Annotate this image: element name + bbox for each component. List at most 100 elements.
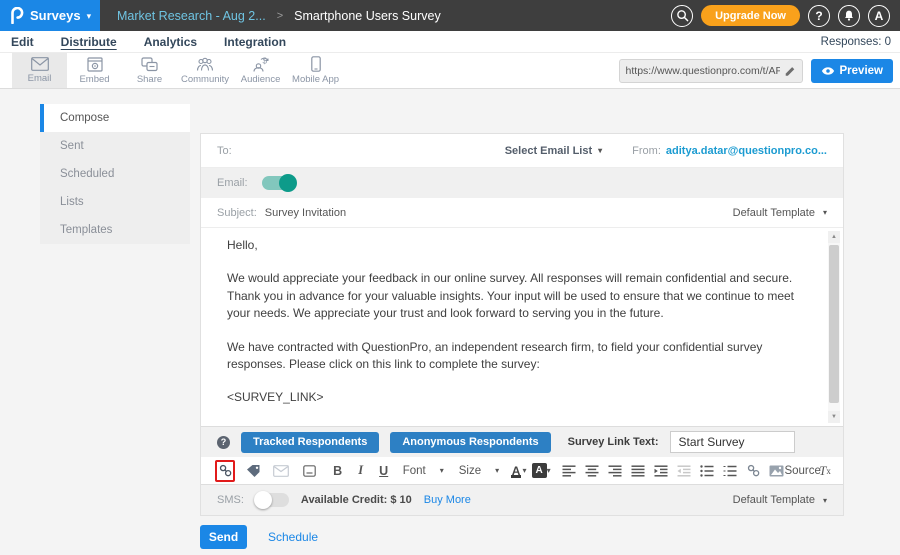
tab-edit[interactable]: Edit [11, 35, 34, 49]
sidebar-item-templates[interactable]: Templates [40, 216, 190, 244]
scroll-up-arrow[interactable]: ▲ [828, 231, 840, 243]
pencil-edit-icon[interactable] [784, 65, 796, 77]
sms-row: SMS: Available Credit: $ 10 Buy More Def… [201, 485, 843, 515]
channel-community-label: Community [181, 74, 229, 85]
channel-audience[interactable]: $ Audience [233, 53, 288, 88]
subject-label: Subject: [217, 207, 257, 219]
channel-email[interactable]: Email [12, 53, 67, 88]
italic-button[interactable]: I [351, 460, 371, 482]
channel-community[interactable]: Community [177, 53, 233, 88]
breadcrumb-folder[interactable]: Market Research - Aug 2... [117, 9, 266, 23]
underline-button[interactable]: U [374, 460, 394, 482]
email-sidebar: Compose Sent Scheduled Lists Templates [40, 104, 190, 244]
channel-share[interactable]: Share [122, 53, 177, 88]
merge-tag-button[interactable] [243, 460, 263, 482]
sidebar-item-lists[interactable]: Lists [40, 188, 190, 216]
chevron-down-icon: ▾ [598, 146, 602, 155]
source-button[interactable]: a Source [789, 460, 812, 482]
eye-icon [821, 66, 835, 76]
chevron-down-icon: ▾ [547, 466, 551, 475]
text-color-button[interactable]: A ▾ [508, 460, 528, 482]
breadcrumb: Market Research - Aug 2... > Smartphone … [117, 9, 441, 23]
sms-template-dropdown[interactable]: Default Template ▾ [733, 494, 827, 506]
increase-indent-button[interactable] [651, 460, 671, 482]
chevron-down-icon: ▾ [522, 466, 526, 475]
remove-format-button[interactable]: Tx [815, 460, 835, 482]
schedule-link[interactable]: Schedule [268, 530, 318, 544]
channel-embed[interactable]: Embed [67, 53, 122, 88]
toggle-knob [279, 174, 297, 192]
bulleted-list-button[interactable] [697, 460, 717, 482]
survey-url-input[interactable] [626, 65, 780, 77]
surveys-menu[interactable]: Surveys ▾ [0, 0, 100, 31]
preview-button[interactable]: Preview [811, 59, 893, 83]
respondents-help-icon[interactable]: ? [217, 436, 230, 449]
select-email-list-dropdown[interactable]: Select Email List ▾ [505, 145, 602, 157]
surveys-menu-label: Surveys [30, 8, 81, 23]
notifications-button[interactable] [838, 5, 860, 27]
numbered-list-button[interactable] [720, 460, 740, 482]
envelope-icon [273, 465, 289, 477]
decrease-indent-button-disabled[interactable] [674, 460, 694, 482]
editor-scrollbar[interactable]: ▲ ▼ [828, 231, 840, 423]
image-icon [769, 465, 784, 477]
help-button[interactable]: ? [808, 5, 830, 27]
background-color-button[interactable]: A ▾ [531, 460, 551, 482]
buy-more-link[interactable]: Buy More [424, 494, 471, 506]
compose-footer: ? Tracked Respondents Anonymous Responde… [201, 426, 843, 515]
distribute-channel-bar: Email Embed Share Community $ [0, 53, 900, 89]
email-toggle[interactable] [262, 176, 295, 190]
survey-url-box [619, 59, 803, 83]
chevron-down-icon: ▾ [823, 496, 827, 505]
email-template-insert-button-disabled[interactable] [271, 460, 291, 482]
bell-icon [843, 9, 855, 22]
tracked-respondents-button[interactable]: Tracked Respondents [241, 432, 379, 453]
font-dropdown[interactable]: Font ▾ [397, 465, 450, 477]
size-dropdown[interactable]: Size ▾ [453, 465, 505, 477]
align-justify-icon [631, 465, 645, 477]
text-color-letter: A [510, 464, 523, 478]
align-right-button[interactable] [605, 460, 625, 482]
body-paragraph: We have contracted with QuestionPro, an … [227, 339, 803, 374]
anonymous-respondents-button[interactable]: Anonymous Respondents [390, 432, 550, 453]
search-button[interactable] [671, 5, 693, 27]
button-box-icon [303, 465, 316, 477]
questionpro-logo [9, 7, 24, 24]
people-group-icon [196, 57, 214, 72]
align-center-button[interactable] [582, 460, 602, 482]
tab-integration[interactable]: Integration [224, 35, 286, 49]
placeholder-button[interactable] [300, 460, 320, 482]
subject-row: Subject: Survey Invitation Default Templ… [201, 198, 843, 228]
body-paragraph: We would appreciate your feedback in our… [227, 270, 803, 322]
insert-link-button[interactable] [743, 460, 763, 482]
sidebar-item-sent[interactable]: Sent [40, 132, 190, 160]
tab-analytics[interactable]: Analytics [144, 35, 197, 49]
bold-button[interactable]: B [328, 460, 348, 482]
sidebar-item-compose[interactable]: Compose [40, 104, 190, 132]
smartphone-icon [311, 56, 321, 72]
avatar[interactable]: A [868, 5, 890, 27]
tab-distribute[interactable]: Distribute [61, 35, 117, 49]
body-paragraph: Hello, [227, 237, 803, 254]
send-button[interactable]: Send [200, 525, 247, 549]
email-body-editor[interactable]: Hello, We would appreciate your feedback… [201, 228, 843, 426]
channel-mobile-app[interactable]: Mobile App [288, 53, 343, 88]
scroll-down-arrow[interactable]: ▼ [828, 411, 840, 423]
align-left-button[interactable] [559, 460, 579, 482]
survey-link-text-input[interactable] [670, 431, 795, 453]
link-chain-icon [218, 463, 233, 478]
upgrade-now-button[interactable]: Upgrade Now [701, 5, 800, 26]
subject-value[interactable]: Survey Invitation [265, 207, 346, 219]
align-justify-button[interactable] [628, 460, 648, 482]
channel-bar-right: Preview [619, 53, 900, 88]
from-email-value[interactable]: aditya.datar@questionpro.co... [666, 145, 827, 157]
email-template-dropdown[interactable]: Default Template ▾ [733, 207, 827, 219]
sms-toggle[interactable] [256, 493, 289, 507]
sms-label: SMS: [217, 494, 244, 506]
insert-image-button[interactable] [766, 460, 786, 482]
to-row: To: Select Email List ▾ From: aditya.dat… [201, 134, 843, 168]
sidebar-item-scheduled[interactable]: Scheduled [40, 160, 190, 188]
scrollbar-thumb[interactable] [829, 245, 839, 403]
insert-survey-link-button-highlighted[interactable] [215, 460, 235, 482]
responses-count[interactable]: Responses: 0 [821, 36, 900, 48]
